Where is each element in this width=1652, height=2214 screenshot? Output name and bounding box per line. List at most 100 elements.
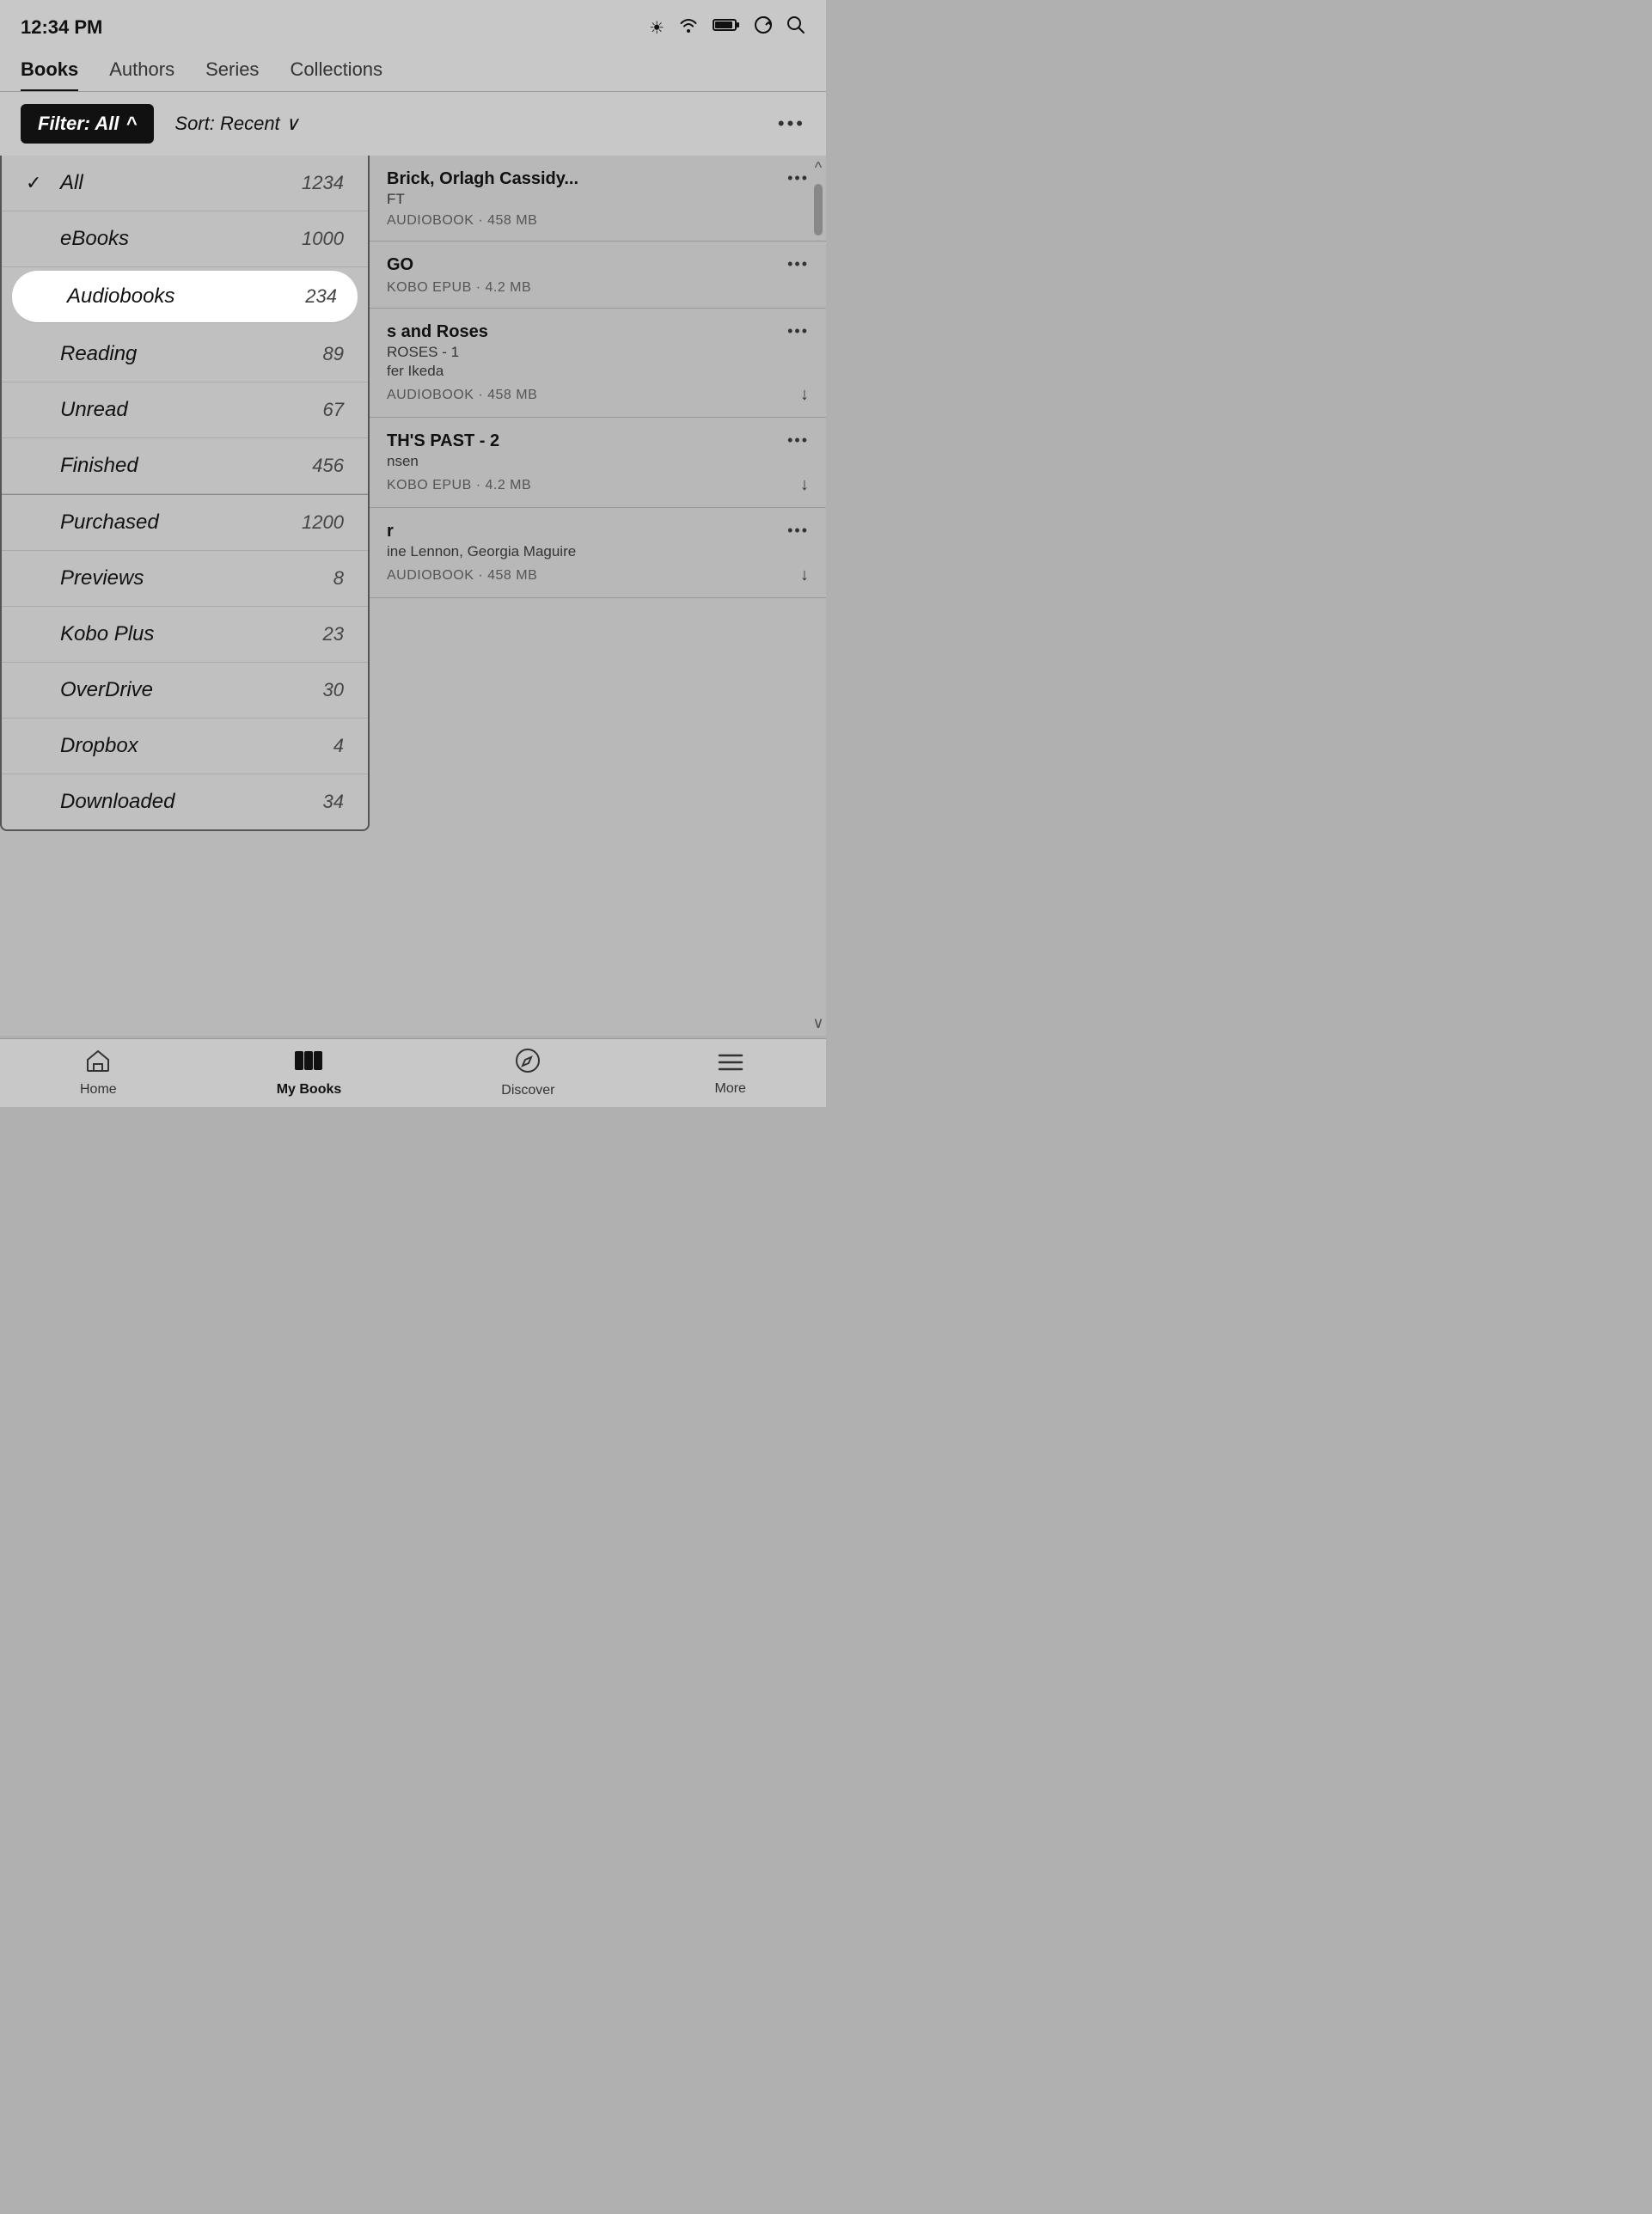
book-title: r bbox=[387, 522, 787, 541]
book-meta: KOBO EPUB · 4.2 MB bbox=[387, 280, 531, 296]
book-item: GO ••• KOBO EPUB · 4.2 MB bbox=[370, 242, 826, 309]
filter-option-count: 30 bbox=[323, 679, 344, 701]
filter-option-count: 1234 bbox=[302, 172, 344, 194]
book-item: s and Roses ••• ROSES - 1 fer Ikeda AUDI… bbox=[370, 309, 826, 418]
book-item: r ••• ine Lennon, Georgia Maguire AUDIOB… bbox=[370, 508, 826, 598]
tab-books[interactable]: Books bbox=[21, 58, 78, 91]
book-title: s and Roses bbox=[387, 322, 787, 342]
book-item: TH'S PAST - 2 ••• nsen KOBO EPUB · 4.2 M… bbox=[370, 418, 826, 508]
book-meta: AUDIOBOOK · 458 MB bbox=[387, 568, 537, 584]
main-area: Brick, Orlagh Cassidy... ••• FT AUDIOBOO… bbox=[0, 156, 826, 1036]
filter-option-label: eBooks bbox=[60, 227, 302, 251]
download-button[interactable]: ↓ bbox=[800, 385, 809, 405]
tab-bar: Books Authors Series Collections bbox=[0, 48, 826, 92]
filter-option-label: Previews bbox=[60, 566, 333, 590]
scroll-down-button[interactable]: ∨ bbox=[809, 1011, 826, 1036]
status-time: 12:34 PM bbox=[21, 16, 102, 39]
filter-option-dropbox[interactable]: Dropbox 4 bbox=[2, 719, 368, 774]
book-more-button[interactable]: ••• bbox=[787, 169, 809, 187]
status-bar: 12:34 PM ☀ bbox=[0, 0, 826, 48]
scrollbar[interactable]: ^ ∨ bbox=[811, 156, 826, 1036]
filter-option-previews[interactable]: Previews 8 bbox=[2, 551, 368, 607]
filter-option-count: 89 bbox=[323, 343, 344, 365]
filter-option-label: Purchased bbox=[60, 511, 302, 535]
nav-discover-label: Discover bbox=[501, 1083, 554, 1098]
filter-option-count: 23 bbox=[323, 623, 344, 645]
filter-option-downloaded[interactable]: Downloaded 34 bbox=[2, 774, 368, 829]
sort-button[interactable]: Sort: Recent ∨ bbox=[174, 113, 298, 135]
search-icon[interactable] bbox=[786, 15, 805, 40]
filter-label: Filter: All bbox=[38, 113, 119, 135]
scroll-up-button[interactable]: ^ bbox=[811, 156, 825, 180]
filter-option-count: 67 bbox=[323, 399, 344, 421]
tab-series[interactable]: Series bbox=[205, 58, 259, 91]
filter-option-label: Downloaded bbox=[60, 790, 323, 814]
sort-label: Sort: Recent bbox=[174, 113, 279, 135]
filter-option-purchased[interactable]: Purchased 1200 bbox=[2, 494, 368, 551]
filter-option-reading[interactable]: Reading 89 bbox=[2, 327, 368, 382]
more-icon bbox=[718, 1050, 743, 1078]
status-icons: ☀ bbox=[649, 15, 805, 40]
filter-option-finished[interactable]: Finished 456 bbox=[2, 438, 368, 494]
home-icon bbox=[85, 1049, 111, 1079]
book-meta: AUDIOBOOK · 458 MB bbox=[387, 388, 537, 403]
filter-option-label: All bbox=[60, 171, 302, 195]
filter-option-label: Audiobooks bbox=[67, 284, 305, 309]
nav-more-label: More bbox=[715, 1081, 746, 1097]
filter-option-koboplus[interactable]: Kobo Plus 23 bbox=[2, 607, 368, 663]
filter-option-overdrive[interactable]: OverDrive 30 bbox=[2, 663, 368, 719]
book-meta: AUDIOBOOK · 458 MB bbox=[387, 213, 537, 229]
book-more-button[interactable]: ••• bbox=[787, 322, 809, 340]
tab-authors[interactable]: Authors bbox=[109, 58, 174, 91]
brightness-icon: ☀ bbox=[649, 17, 664, 39]
book-item: Brick, Orlagh Cassidy... ••• FT AUDIOBOO… bbox=[370, 156, 826, 242]
filter-option-label: Reading bbox=[60, 342, 323, 366]
book-title: GO bbox=[387, 255, 787, 275]
filter-option-count: 456 bbox=[312, 455, 344, 477]
filter-option-all[interactable]: ✓ All 1234 bbox=[2, 156, 368, 211]
nav-more[interactable]: More bbox=[715, 1050, 746, 1097]
filter-bar: Filter: All ^ Sort: Recent ∨ ••• bbox=[0, 92, 826, 156]
filter-option-label: Kobo Plus bbox=[60, 622, 323, 646]
filter-option-count: 1200 bbox=[302, 511, 344, 534]
filter-option-label: Finished bbox=[60, 454, 312, 478]
filter-option-unread[interactable]: Unread 67 bbox=[2, 382, 368, 438]
book-more-button[interactable]: ••• bbox=[787, 522, 809, 540]
filter-option-audiobooks[interactable]: Audiobooks 234 bbox=[12, 271, 358, 323]
filter-button[interactable]: Filter: All ^ bbox=[21, 104, 154, 144]
more-options-button[interactable]: ••• bbox=[778, 113, 805, 135]
filter-option-label: OverDrive bbox=[60, 678, 323, 702]
filter-option-count: 234 bbox=[305, 285, 337, 308]
nav-mybooks[interactable]: My Books bbox=[277, 1049, 342, 1098]
filter-option-count: 34 bbox=[323, 791, 344, 813]
discover-icon bbox=[515, 1048, 541, 1079]
book-list: Brick, Orlagh Cassidy... ••• FT AUDIOBOO… bbox=[370, 156, 826, 1036]
check-icon: ✓ bbox=[26, 172, 46, 194]
book-subtitle: FT bbox=[387, 191, 809, 208]
nav-discover[interactable]: Discover bbox=[501, 1048, 554, 1098]
book-subtitle: ROSES - 1 bbox=[387, 344, 809, 361]
download-button[interactable]: ↓ bbox=[800, 475, 809, 495]
filter-option-count: 4 bbox=[333, 735, 344, 757]
bottom-nav: Home My Books Discover bbox=[0, 1038, 826, 1107]
download-button[interactable]: ↓ bbox=[800, 566, 809, 585]
tab-collections[interactable]: Collections bbox=[290, 58, 382, 91]
filter-dropdown: ✓ All 1234 eBooks 1000 Audiobooks 234 Re… bbox=[0, 156, 370, 831]
filter-option-count: 1000 bbox=[302, 228, 344, 250]
book-more-button[interactable]: ••• bbox=[787, 431, 809, 450]
wifi-icon bbox=[678, 17, 699, 38]
book-author: nsen bbox=[387, 453, 809, 470]
book-meta: KOBO EPUB · 4.2 MB bbox=[387, 478, 531, 493]
filter-option-count: 8 bbox=[333, 567, 344, 590]
nav-home-label: Home bbox=[80, 1082, 117, 1098]
book-author: fer Ikeda bbox=[387, 363, 809, 380]
mybooks-icon bbox=[294, 1049, 323, 1079]
nav-home[interactable]: Home bbox=[80, 1049, 117, 1098]
filter-option-ebooks[interactable]: eBooks 1000 bbox=[2, 211, 368, 267]
filter-option-label: Unread bbox=[60, 398, 323, 422]
scroll-thumb[interactable] bbox=[814, 184, 823, 235]
battery-icon bbox=[713, 17, 740, 38]
sync-icon[interactable] bbox=[754, 15, 773, 40]
sort-chevron-icon: ∨ bbox=[285, 113, 299, 135]
book-more-button[interactable]: ••• bbox=[787, 255, 809, 273]
